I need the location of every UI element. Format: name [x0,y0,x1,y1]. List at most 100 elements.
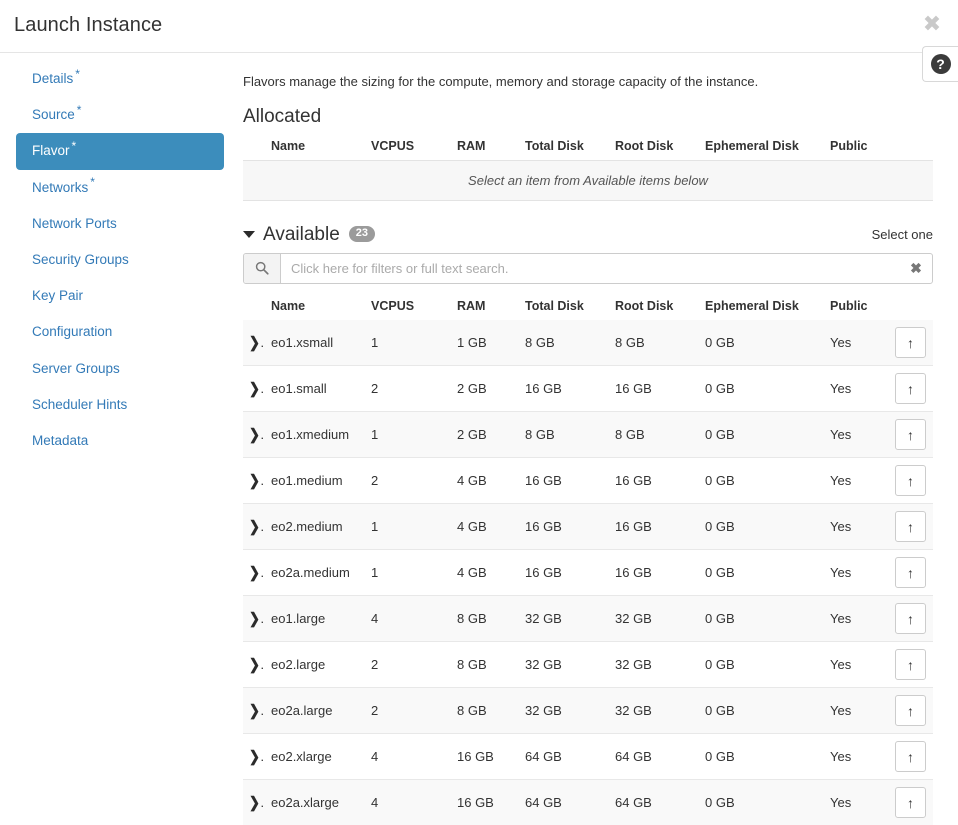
sidebar-item-label: Details [32,71,73,86]
step-description: Flavors manage the sizing for the comput… [243,73,943,91]
cell-root-disk: 32 GB [609,688,699,734]
table-row[interactable]: ❯eo2.large28 GB32 GB32 GB0 GBYes↑ [243,642,933,688]
chevron-right-icon[interactable]: ❯ [249,380,260,398]
expand-row-cell[interactable]: ❯ [243,734,265,780]
required-asterisk: * [77,103,82,117]
chevron-right-icon[interactable]: ❯ [249,610,260,628]
table-row[interactable]: ❯eo2a.large28 GB32 GB32 GB0 GBYes↑ [243,688,933,734]
cell-vcpus: 2 [365,458,451,504]
allocate-flavor-button[interactable]: ↑ [895,511,926,542]
table-row[interactable]: ❯eo1.large48 GB32 GB32 GB0 GBYes↑ [243,596,933,642]
cell-total-disk: 32 GB [519,642,609,688]
table-row[interactable]: ❯eo1.xmedium12 GB8 GB8 GB0 GBYes↑ [243,412,933,458]
cell-vcpus: 1 [365,412,451,458]
table-row[interactable]: ❯eo1.small22 GB16 GB16 GB0 GBYes↑ [243,366,933,412]
expand-row-cell[interactable]: ❯ [243,458,265,504]
cell-flavor-name: eo2a.large [265,688,365,734]
close-icon[interactable]: ✖ [920,12,944,36]
expand-row-cell[interactable]: ❯ [243,780,265,825]
sidebar-item-configuration[interactable]: Configuration [16,314,224,350]
sidebar-item-source[interactable]: Source* [16,97,224,133]
search-bar: ✖ [243,253,933,284]
allocate-flavor-button[interactable]: ↑ [895,603,926,634]
allocate-flavor-button[interactable]: ↑ [895,787,926,818]
available-heading: Available [263,225,340,244]
allocate-flavor-button[interactable]: ↑ [895,741,926,772]
table-row[interactable]: ❯eo2.medium14 GB16 GB16 GB0 GBYes↑ [243,504,933,550]
sidebar-item-scheduler-hints[interactable]: Scheduler Hints [16,387,224,423]
row-action-cell: ↑ [888,734,933,780]
clear-search-icon[interactable]: ✖ [900,254,932,283]
chevron-right-icon[interactable]: ❯ [249,748,260,766]
sidebar-item-server-groups[interactable]: Server Groups [16,351,224,387]
cell-ephemeral-disk: 0 GB [699,366,824,412]
allocate-flavor-button[interactable]: ↑ [895,373,926,404]
table-row[interactable]: ❯eo2a.xlarge416 GB64 GB64 GB0 GBYes↑ [243,780,933,825]
cell-root-disk: 64 GB [609,734,699,780]
help-button[interactable]: ? [922,46,958,82]
cell-root-disk: 16 GB [609,550,699,596]
available-col-ram: RAM [451,296,519,320]
sidebar-item-network-ports[interactable]: Network Ports [16,206,224,242]
allocated-col-ram: RAM [451,136,519,161]
chevron-right-icon[interactable]: ❯ [249,426,260,444]
allocated-table: Name VCPUS RAM Total Disk Root Disk Ephe… [243,136,933,201]
available-header: Available 23 Select one [243,225,933,244]
sidebar-item-label: Security Groups [32,252,129,267]
cell-public: Yes [824,734,888,780]
page-title: Launch Instance [14,14,162,37]
expand-row-cell[interactable]: ❯ [243,320,265,366]
row-action-cell: ↑ [888,550,933,596]
launch-instance-modal: Launch Instance ✖ ? Details* Source* Fla… [0,0,958,825]
expand-row-cell[interactable]: ❯ [243,596,265,642]
search-input[interactable] [281,254,900,283]
cell-flavor-name: eo2a.medium [265,550,365,596]
row-action-cell: ↑ [888,596,933,642]
expand-row-cell[interactable]: ❯ [243,412,265,458]
expand-row-cell[interactable]: ❯ [243,642,265,688]
cell-ephemeral-disk: 0 GB [699,458,824,504]
allocate-flavor-button[interactable]: ↑ [895,465,926,496]
sidebar-item-security-groups[interactable]: Security Groups [16,242,224,278]
allocate-flavor-button[interactable]: ↑ [895,557,926,588]
expand-row-cell[interactable]: ❯ [243,366,265,412]
chevron-right-icon[interactable]: ❯ [249,564,260,582]
allocate-flavor-button[interactable]: ↑ [895,695,926,726]
table-row[interactable]: ❯eo2.xlarge416 GB64 GB64 GB0 GBYes↑ [243,734,933,780]
chevron-right-icon[interactable]: ❯ [249,472,260,490]
cell-total-disk: 16 GB [519,458,609,504]
chevron-right-icon[interactable]: ❯ [249,333,260,351]
sidebar-item-details[interactable]: Details* [16,61,224,97]
expand-row-cell[interactable]: ❯ [243,504,265,550]
available-col-spacer [243,296,265,320]
allocate-flavor-button[interactable]: ↑ [895,649,926,680]
available-col-public: Public [824,296,888,320]
expand-row-cell[interactable]: ❯ [243,688,265,734]
chevron-right-icon[interactable]: ❯ [249,518,260,536]
search-icon[interactable] [244,254,281,283]
allocated-col-actions [888,136,933,161]
cell-ephemeral-disk: 0 GB [699,504,824,550]
available-col-name: Name [265,296,365,320]
sidebar-item-metadata[interactable]: Metadata [16,423,224,459]
table-row[interactable]: ❯eo1.xsmall11 GB8 GB8 GB0 GBYes↑ [243,320,933,366]
chevron-right-icon[interactable]: ❯ [249,656,260,674]
sidebar-item-networks[interactable]: Networks* [16,170,224,206]
sidebar-item-label: Source [32,107,75,122]
available-col-total-disk: Total Disk [519,296,609,320]
allocate-flavor-button[interactable]: ↑ [895,327,926,358]
allocate-flavor-button[interactable]: ↑ [895,419,926,450]
chevron-right-icon[interactable]: ❯ [249,794,260,812]
row-action-cell: ↑ [888,642,933,688]
sidebar-item-flavor[interactable]: Flavor* [16,133,224,169]
required-asterisk: * [72,139,77,153]
cell-ram: 16 GB [451,734,519,780]
chevron-down-icon[interactable] [243,231,255,238]
cell-flavor-name: eo2.medium [265,504,365,550]
expand-row-cell[interactable]: ❯ [243,550,265,596]
table-row[interactable]: ❯eo2a.medium14 GB16 GB16 GB0 GBYes↑ [243,550,933,596]
chevron-right-icon[interactable]: ❯ [249,702,260,720]
flavor-step-content: Flavors manage the sizing for the comput… [240,53,958,825]
table-row[interactable]: ❯eo1.medium24 GB16 GB16 GB0 GBYes↑ [243,458,933,504]
sidebar-item-key-pair[interactable]: Key Pair [16,278,224,314]
